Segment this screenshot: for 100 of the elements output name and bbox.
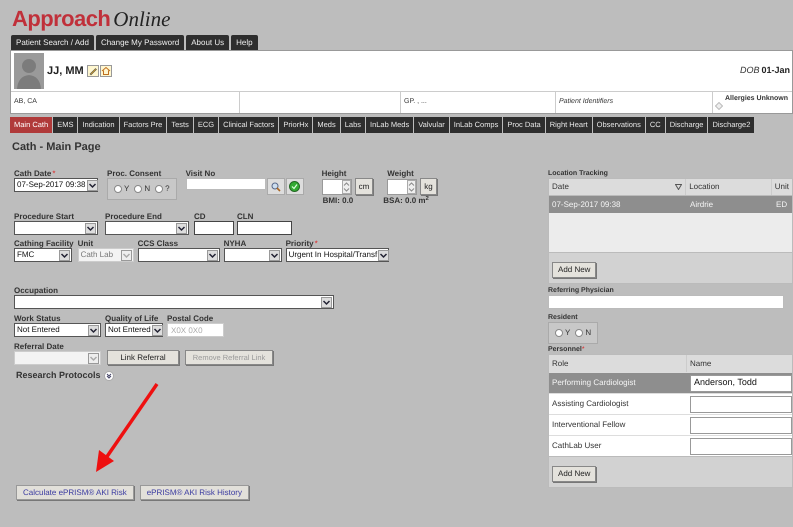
table-row[interactable]: CathLab User	[549, 435, 792, 456]
caret-icon	[85, 222, 96, 234]
table-cell: ED	[776, 198, 788, 210]
unit-button[interactable]: cm	[354, 178, 374, 195]
field-label: Height	[322, 170, 346, 178]
sort-icon[interactable]	[675, 184, 682, 190]
column-header[interactable]: Unit	[774, 181, 789, 193]
visit-number-field[interactable]	[186, 178, 266, 190]
unit-button[interactable]: kg	[420, 178, 437, 195]
column-header[interactable]: Location	[689, 181, 720, 193]
dropdown[interactable]: Not Entered	[105, 323, 163, 337]
column-header[interactable]: Date	[552, 181, 569, 193]
field-label: Weight	[387, 170, 414, 178]
nav-tab[interactable]: Patient Search / Add	[11, 35, 94, 50]
radio-label: Y	[124, 183, 130, 195]
caret-icon	[176, 222, 187, 234]
radio-button[interactable]	[134, 185, 142, 193]
caret-icon	[120, 250, 132, 260]
referring-physician-field[interactable]	[548, 295, 784, 309]
field-label: Postal Code	[167, 315, 214, 323]
number-field[interactable]	[322, 178, 352, 194]
caret-icon	[152, 324, 163, 336]
field-label: Procedure End	[105, 213, 162, 221]
field-label: Unit	[78, 240, 94, 248]
bsa-value: BSA: 0.0 m$^{2}$	[383, 197, 429, 205]
radio-button[interactable]	[575, 329, 584, 337]
brand-logo: Approach	[12, 8, 110, 30]
radio-label: N	[585, 327, 592, 339]
field-label: Quality of Life	[105, 315, 158, 323]
dropdown[interactable]: FMC	[14, 248, 72, 262]
field-label: CCS Class	[138, 240, 178, 248]
product-name: Online	[113, 9, 170, 30]
name-field[interactable]	[690, 438, 792, 454]
spinner-arrows-icon	[342, 180, 351, 194]
radio-label: N	[144, 183, 150, 195]
caret-icon	[86, 180, 98, 190]
table-row[interactable]: Assisting Cardiologist	[549, 393, 792, 414]
patient-name: JJ, MM	[47, 64, 84, 79]
table-cell: Performing Cardiologist	[552, 377, 636, 389]
research-protocols-label: Research Protocols	[16, 369, 101, 382]
dropdown[interactable]	[138, 248, 220, 262]
number-field[interactable]	[387, 178, 418, 194]
search-icon	[270, 182, 281, 192]
table-row[interactable]: Performing Cardiologist Anderson, Todd	[549, 372, 792, 393]
cd-field[interactable]	[194, 221, 234, 235]
spinner-arrows-icon	[407, 180, 416, 194]
dropdown[interactable]: 07-Sep-2017 09:38	[14, 178, 98, 192]
field-label: Visit No	[186, 170, 216, 178]
radio-button[interactable]	[555, 329, 563, 337]
caret-icon	[206, 250, 218, 260]
caret-icon	[88, 352, 99, 364]
add-new-button[interactable]: Add New	[552, 262, 596, 278]
confirm-button[interactable]	[286, 178, 304, 195]
field-label: Proc. Consent	[107, 170, 162, 178]
name-field[interactable]	[690, 396, 792, 412]
table-row[interactable]: Interventional Fellow	[549, 414, 792, 435]
chevron-icon[interactable]	[104, 370, 114, 381]
radio-button[interactable]	[155, 185, 164, 193]
radio-button[interactable]	[114, 185, 122, 193]
dropdown[interactable]	[14, 295, 334, 309]
dropdown[interactable]	[14, 221, 98, 235]
required-marker: *	[52, 170, 56, 178]
caret-icon	[321, 296, 332, 308]
table-cell: Assisting Cardiologist	[552, 398, 628, 410]
cln-field[interactable]	[237, 221, 292, 235]
avatar-icon	[14, 53, 44, 89]
dob-label: DOB	[740, 64, 760, 78]
dropdown[interactable]: Not Entered	[14, 323, 101, 337]
name-field[interactable]	[690, 416, 792, 434]
column-header[interactable]: Name	[690, 358, 712, 370]
diamond-icon	[715, 102, 723, 110]
bmi-value: BMI: 0.0	[322, 197, 354, 205]
risk-button[interactable]: Calculate ePRISM® AKI Risk	[16, 485, 134, 500]
radio-label: ?	[165, 183, 170, 195]
nav-tab[interactable]: Change My Password	[96, 35, 184, 50]
field-label: Cath Date	[14, 170, 52, 178]
link-referral-button[interactable]: Link Referral	[107, 350, 179, 365]
postal-code-field[interactable]: X0X 0X0	[167, 323, 224, 337]
search-button[interactable]	[266, 178, 285, 195]
risk-button[interactable]: ePRISM® AKI Risk History	[140, 485, 249, 500]
column-header[interactable]: Role	[552, 358, 568, 370]
add-new-button[interactable]: Add New	[552, 466, 596, 482]
field-label: CD	[194, 213, 206, 221]
required-marker: *	[314, 240, 318, 248]
caret-icon	[268, 250, 280, 260]
field-label: CLN	[237, 213, 254, 221]
nav-tab[interactable]: Help	[231, 35, 258, 50]
table-cell: Airdrie	[690, 198, 714, 210]
caret-icon	[378, 250, 390, 260]
table-cell: 07-Sep-2017 09:38	[552, 198, 620, 210]
caret-icon	[88, 324, 99, 336]
dropdown[interactable]	[224, 248, 282, 262]
nav-tab[interactable]: About Us	[186, 35, 230, 50]
name-field[interactable]: Anderson, Todd	[690, 374, 792, 392]
field-label: Procedure Start	[14, 213, 74, 221]
home-icon[interactable]	[100, 65, 112, 77]
field-label: Priority	[286, 240, 314, 248]
pencil-icon[interactable]	[86, 65, 99, 77]
dropdown[interactable]: Urgent In Hospital/Transf	[286, 248, 389, 262]
dropdown[interactable]	[105, 221, 189, 235]
